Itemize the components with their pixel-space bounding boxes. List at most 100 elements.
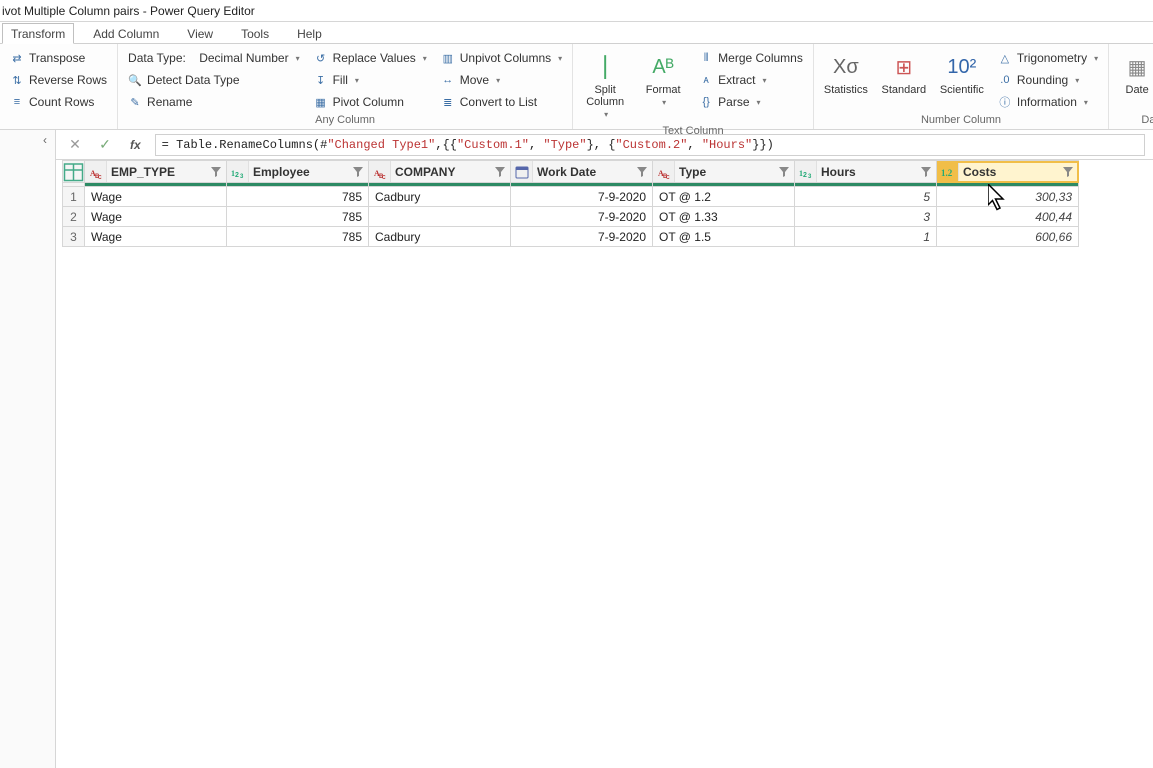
column-header[interactable]: Employee [227, 161, 369, 183]
transpose-icon: ⇄ [10, 51, 24, 65]
row-number[interactable]: 2 [63, 207, 85, 227]
column-header[interactable]: EMP_TYPE [85, 161, 227, 183]
parse-icon: {} [699, 95, 713, 109]
cell[interactable]: OT @ 1.5 [653, 227, 795, 247]
column-type-icon[interactable] [511, 161, 533, 182]
cell[interactable]: 1 [795, 227, 937, 247]
column-header[interactable]: Costs [937, 161, 1079, 183]
column-name: Hours [817, 165, 918, 179]
cell[interactable]: OT @ 1.2 [653, 187, 795, 207]
table-row[interactable]: 1Wage785Cadbury7-9-2020OT @ 1.25300,33 [63, 187, 1079, 207]
detect-data-type-button[interactable]: 🔍Detect Data Type [126, 70, 302, 90]
rename-button[interactable]: ✎Rename [126, 92, 302, 112]
tab-view[interactable]: View [178, 23, 222, 43]
cell[interactable]: 785 [227, 187, 369, 207]
cancel-formula-button[interactable]: ✕ [64, 134, 86, 156]
column-type-icon[interactable] [653, 161, 675, 182]
tab-transform[interactable]: Transform [2, 23, 74, 44]
trigonometry-button[interactable]: △Trigonometry▾ [996, 48, 1100, 68]
transpose-button[interactable]: ⇄Transpose [8, 48, 109, 68]
formula-input[interactable]: = Table.RenameColumns(#"Changed Type1",{… [155, 134, 1145, 156]
cell[interactable]: 785 [227, 207, 369, 227]
tab-tools[interactable]: Tools [232, 23, 278, 43]
move-icon: ↔ [441, 73, 455, 87]
table-options-button[interactable] [63, 161, 85, 183]
replace-values-button[interactable]: ↺Replace Values▾ [312, 48, 429, 68]
cell[interactable]: 400,44 [937, 207, 1079, 227]
accept-formula-button[interactable]: ✓ [94, 134, 116, 156]
cell[interactable]: Wage [85, 227, 227, 247]
extract-text-button[interactable]: ᴀExtract▾ [697, 70, 805, 90]
tab-add-column[interactable]: Add Column [84, 23, 168, 43]
chevron-down-icon: ▾ [1094, 54, 1098, 63]
round-icon: .0 [998, 73, 1012, 87]
count-rows-button[interactable]: ≡Count Rows [8, 92, 109, 112]
table-row[interactable]: 2Wage785 7-9-2020OT @ 1.333400,44 [63, 207, 1079, 227]
format-button[interactable]: AᴮFormat▾ [639, 48, 687, 111]
cell[interactable]: 7-9-2020 [511, 187, 653, 207]
queries-pane-collapsed[interactable]: ‹ [0, 130, 56, 768]
cell[interactable] [369, 207, 511, 227]
column-filter-button[interactable] [492, 164, 508, 180]
replace-icon: ↺ [314, 51, 328, 65]
information-button[interactable]: ⓘInformation▾ [996, 92, 1100, 112]
standard-button[interactable]: ⊞Standard [880, 48, 928, 100]
unpivot-columns-button[interactable]: ▥Unpivot Columns▾ [439, 48, 564, 68]
chevron-down-icon: ▾ [604, 110, 608, 119]
cell[interactable]: 600,66 [937, 227, 1079, 247]
column-header[interactable]: Hours [795, 161, 937, 183]
fill-button[interactable]: ↧Fill▾ [312, 70, 429, 90]
unpivot-icon: ▥ [441, 51, 455, 65]
column-filter-button[interactable] [350, 164, 366, 180]
column-filter-button[interactable] [208, 164, 224, 180]
cell[interactable]: Cadbury [369, 187, 511, 207]
column-type-icon[interactable] [937, 161, 959, 182]
cell[interactable]: 300,33 [937, 187, 1079, 207]
date-button[interactable]: ▦Date [1117, 48, 1153, 100]
expand-queries-chevron-icon[interactable]: ‹ [37, 132, 53, 148]
data-grid[interactable]: EMP_TYPEEmployeeCOMPANYWork DateType Hour… [62, 160, 1079, 247]
row-number[interactable]: 1 [63, 187, 85, 207]
convert-to-list-button[interactable]: ≣Convert to List [439, 92, 564, 112]
cell[interactable]: 7-9-2020 [511, 227, 653, 247]
move-button[interactable]: ↔Move▾ [439, 70, 564, 90]
cell[interactable]: 785 [227, 227, 369, 247]
column-filter-button[interactable] [1060, 164, 1076, 180]
column-filter-button[interactable] [918, 164, 934, 180]
cell[interactable]: Wage [85, 187, 227, 207]
column-filter-button[interactable] [634, 164, 650, 180]
column-header[interactable]: Type [653, 161, 795, 183]
row-number[interactable]: 3 [63, 227, 85, 247]
cell[interactable]: 3 [795, 207, 937, 227]
statistics-button[interactable]: ΧσStatistics [822, 48, 870, 100]
cell[interactable]: 7-9-2020 [511, 207, 653, 227]
data-type-dropdown[interactable]: Data Type: Decimal Number▾ [126, 48, 302, 68]
standard-icon: ⊞ [889, 52, 919, 82]
count-icon: ≡ [10, 95, 24, 109]
parse-button[interactable]: {}Parse▾ [697, 92, 805, 112]
chevron-down-icon: ▾ [355, 76, 359, 85]
cell[interactable]: Wage [85, 207, 227, 227]
table-row[interactable]: 3Wage785Cadbury7-9-2020OT @ 1.51600,66 [63, 227, 1079, 247]
column-type-icon[interactable] [795, 161, 817, 182]
column-type-icon[interactable] [227, 161, 249, 182]
column-filter-button[interactable] [776, 164, 792, 180]
column-type-icon[interactable] [85, 161, 107, 182]
column-header[interactable]: Work Date [511, 161, 653, 183]
split-icon: ⎮ [590, 52, 620, 82]
cell[interactable]: OT @ 1.33 [653, 207, 795, 227]
rounding-button[interactable]: .0Rounding▾ [996, 70, 1100, 90]
cell[interactable]: Cadbury [369, 227, 511, 247]
split-column-button[interactable]: ⎮Split Column▾ [581, 48, 629, 123]
merge-columns-button[interactable]: ⫴Merge Columns [697, 48, 805, 68]
cell[interactable]: 5 [795, 187, 937, 207]
chevron-down-icon: ▾ [662, 98, 666, 107]
pivot-column-button[interactable]: ▦Pivot Column [312, 92, 429, 112]
trig-icon: △ [998, 51, 1012, 65]
fx-icon[interactable]: fx [124, 138, 147, 152]
column-type-icon[interactable] [369, 161, 391, 182]
scientific-button[interactable]: 10²Scientific [938, 48, 986, 100]
tab-help[interactable]: Help [288, 23, 331, 43]
column-header[interactable]: COMPANY [369, 161, 511, 183]
reverse-rows-button[interactable]: ⇅Reverse Rows [8, 70, 109, 90]
